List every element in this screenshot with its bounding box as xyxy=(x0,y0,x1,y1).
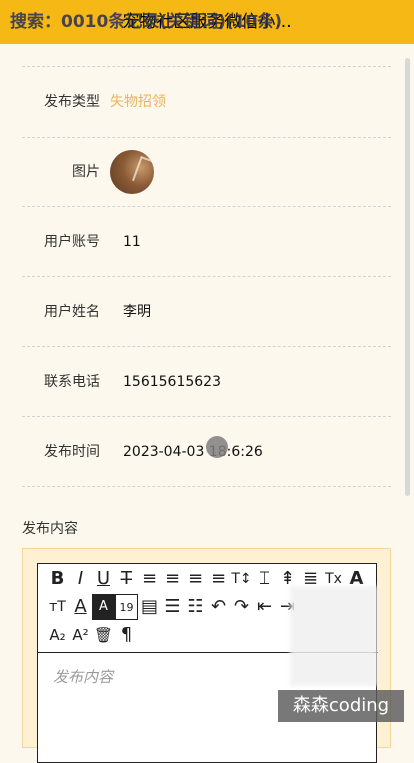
paragraph-icon[interactable]: ¶ xyxy=(115,622,138,648)
content-label: 发布内容 xyxy=(22,521,78,537)
post-image-thumbnail[interactable] xyxy=(110,150,154,194)
editor-placeholder[interactable]: 发布内容 xyxy=(53,666,113,687)
watermark: 森森coding xyxy=(278,690,404,722)
clipboard-icon[interactable]: ▤ xyxy=(138,594,161,620)
row-user-account: 用户账号 11 xyxy=(22,207,391,277)
redo-icon[interactable]: ↷ xyxy=(230,594,253,620)
bold-button[interactable]: B xyxy=(46,566,69,592)
trash-icon[interactable]: 🗑 xyxy=(92,622,115,648)
subscript-icon[interactable]: A₂ xyxy=(46,622,69,648)
line-height-icon[interactable]: ⌶ xyxy=(253,566,276,592)
outdent-icon[interactable]: ⇤ xyxy=(253,594,276,620)
field-value: 失物招领 xyxy=(110,94,166,110)
italic-button[interactable]: I xyxy=(69,566,92,592)
field-label: 图片 xyxy=(72,164,100,180)
row-user-name: 用户姓名 李明 xyxy=(22,277,391,347)
undo-icon[interactable]: ↶ xyxy=(207,594,230,620)
row-image: 图片 xyxy=(22,137,391,207)
field-label: 联系电话 xyxy=(44,374,100,390)
field-value: 11 xyxy=(123,234,141,250)
underline-button[interactable]: U xyxy=(92,566,115,592)
row-phone: 联系电话 15615615623 xyxy=(22,347,391,417)
field-value: 15615615623 xyxy=(123,374,221,390)
background-color-icon[interactable]: A xyxy=(92,594,115,620)
scrollbar[interactable] xyxy=(405,58,410,496)
align-justify-icon[interactable]: ≡ xyxy=(207,566,230,592)
ordered-list-icon[interactable]: ☰ xyxy=(161,594,184,620)
align-right-icon[interactable]: ≡ xyxy=(184,566,207,592)
field-value: 2023-04-03 18:6:26 xyxy=(123,444,263,460)
text-size-icon[interactable]: ᴛT xyxy=(46,594,69,620)
align-center-icon[interactable]: ≡ xyxy=(161,566,184,592)
field-label: 用户账号 xyxy=(44,234,100,250)
strikethrough-button[interactable]: T̶ xyxy=(115,566,138,592)
font-size-icon[interactable]: T↕ xyxy=(230,566,253,592)
field-label: 发布时间 xyxy=(44,444,100,460)
field-value: 李明 xyxy=(123,304,151,320)
toolbar-row-3: A₂ A² 🗑 ¶ xyxy=(46,622,138,648)
touch-cursor-indicator xyxy=(206,436,228,458)
search-overlay-text: 搜索：0010条记录(关键词)(10条) xyxy=(10,12,283,32)
row-divider-top xyxy=(22,44,391,67)
field-label: 发布类型 xyxy=(44,94,100,110)
unordered-list-icon[interactable]: ☷ xyxy=(184,594,207,620)
date-icon[interactable]: 19 xyxy=(115,594,138,620)
superscript-icon[interactable]: A² xyxy=(69,622,92,648)
toolbar-row-2: ᴛT A A 19 ▤ ☰ ☷ ↶ ↷ ⇤ ⇥ xyxy=(46,594,299,620)
blurred-overlay xyxy=(290,586,378,686)
row-publish-type: 发布类型 失物招领 xyxy=(22,67,391,138)
field-label: 用户姓名 xyxy=(44,304,100,320)
text-color-icon[interactable]: A xyxy=(69,594,92,620)
align-left-icon[interactable]: ≡ xyxy=(138,566,161,592)
top-bar: 宠物社区服务微信小... 搜索：0010条记录(关键词)(10条) xyxy=(0,0,414,44)
